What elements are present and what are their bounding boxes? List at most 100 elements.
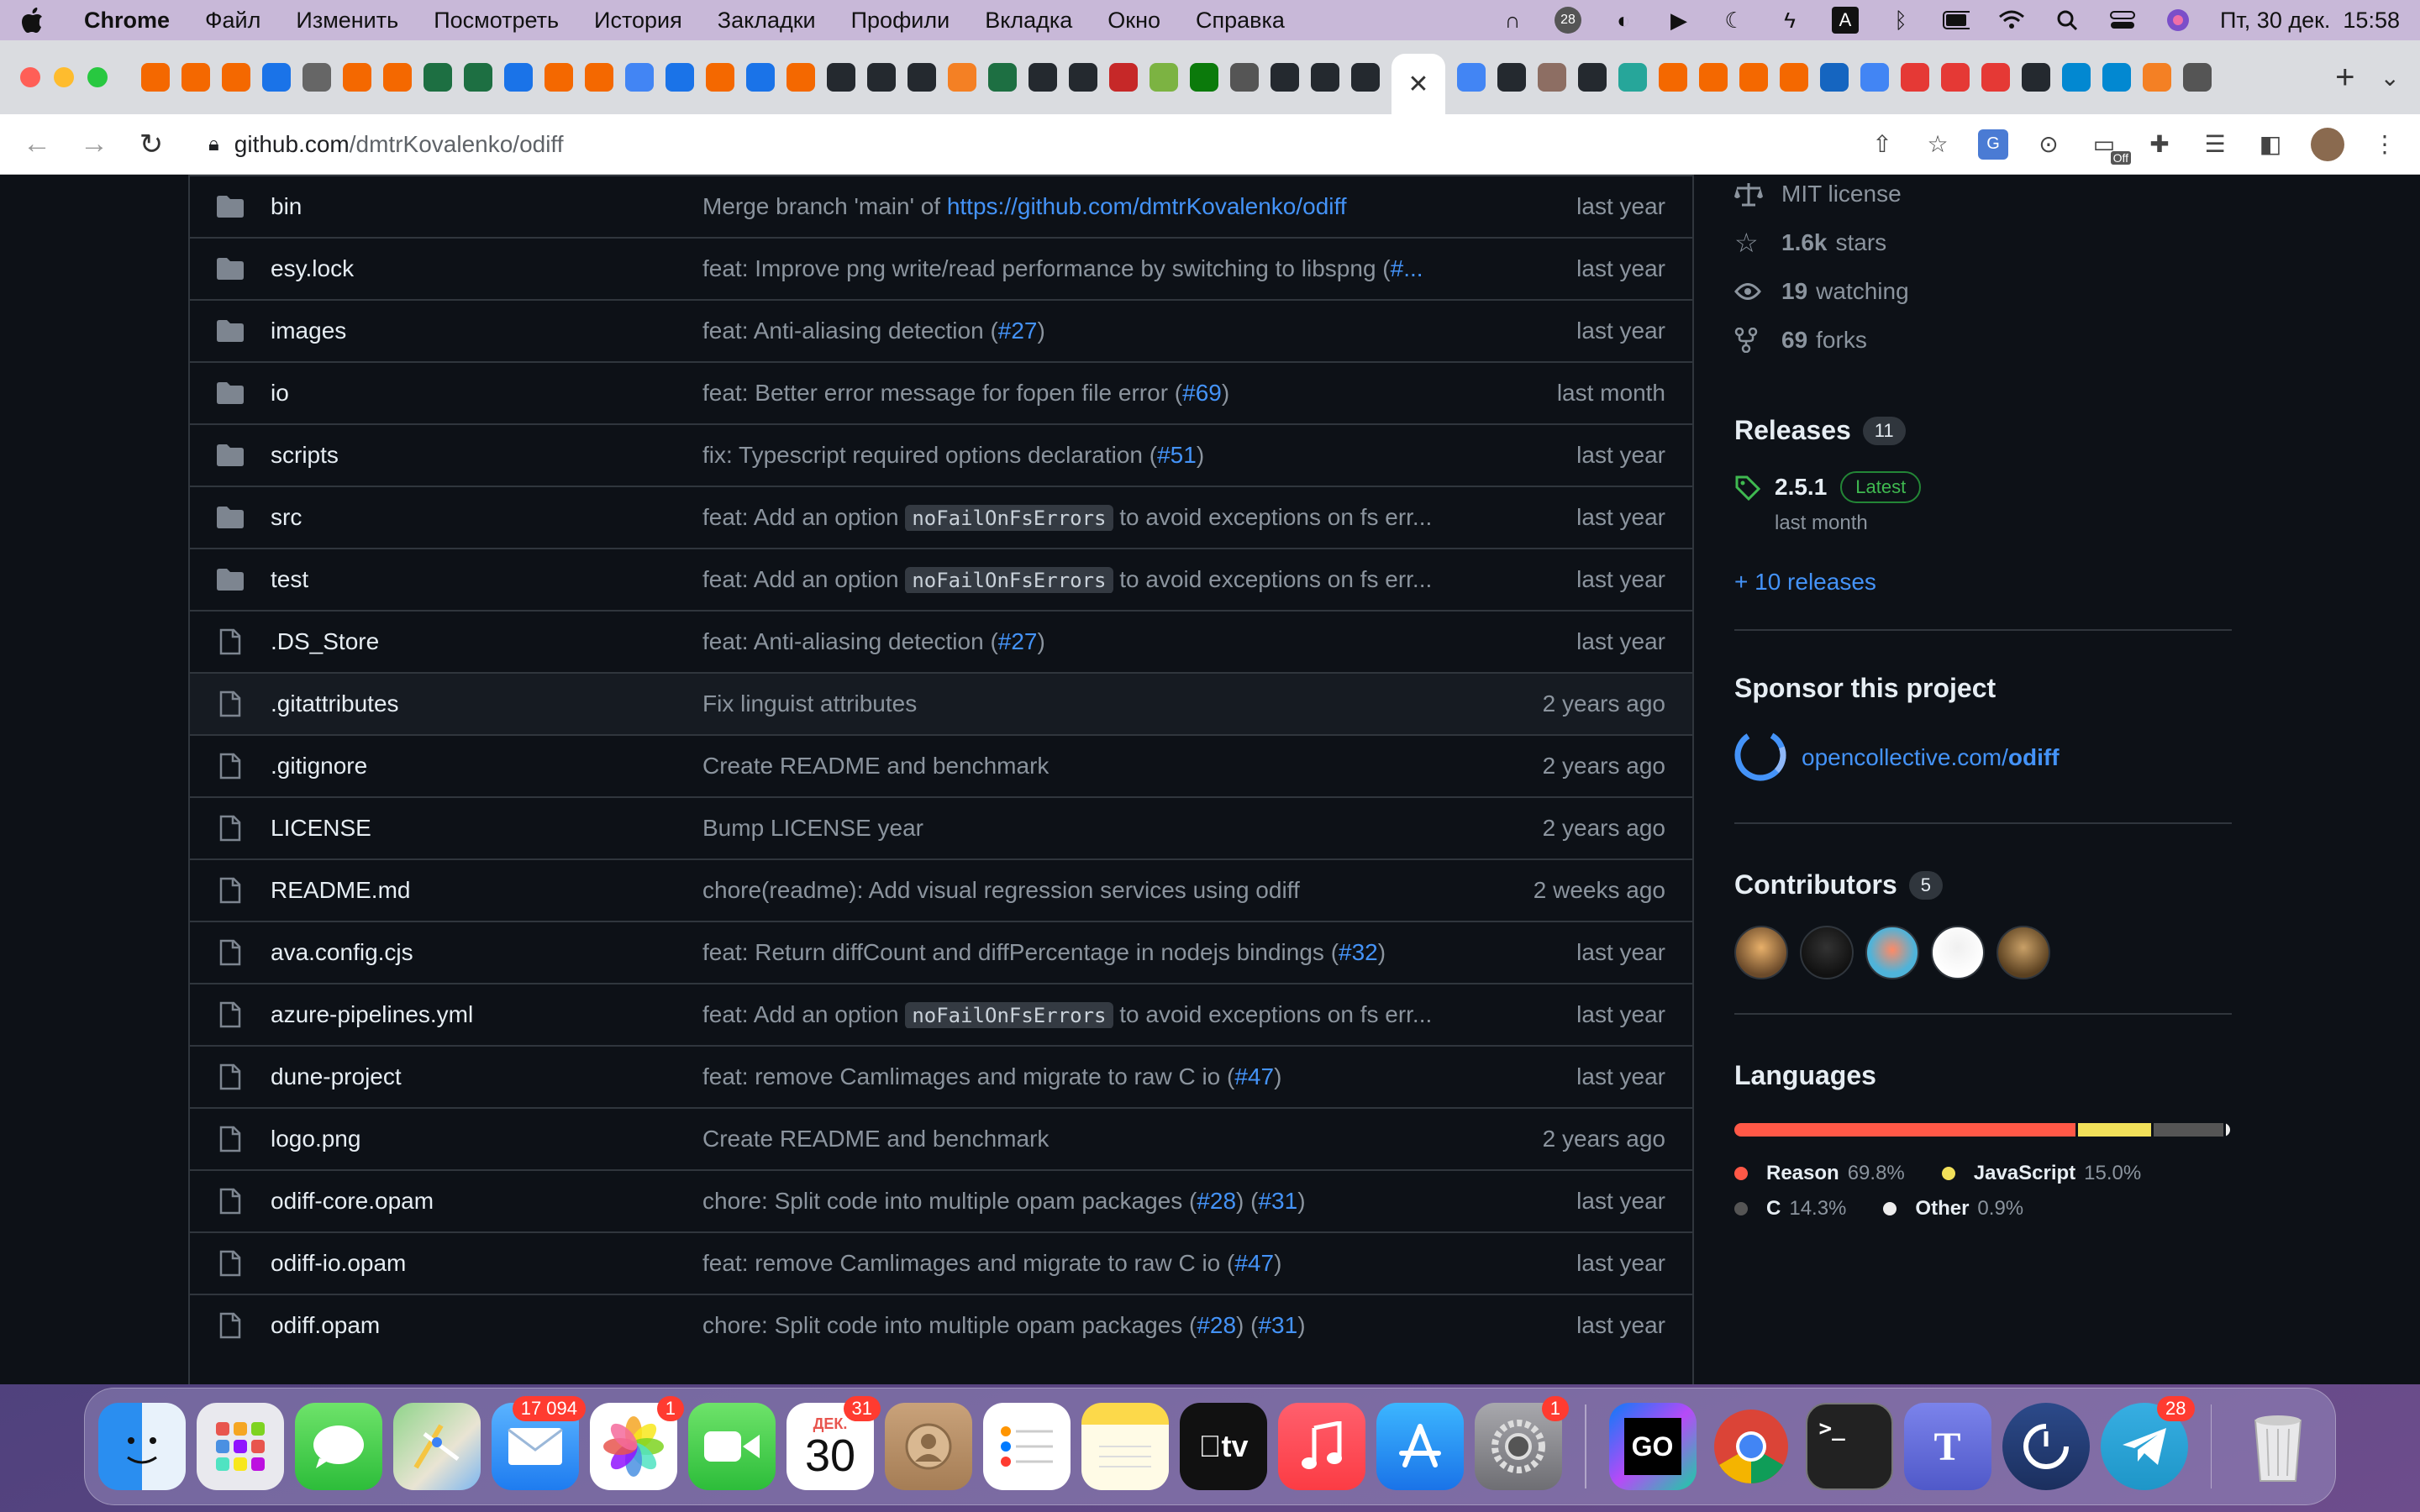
releases-title[interactable]: Releases (1734, 415, 1851, 446)
language-item[interactable]: Reason 69.8% (1734, 1162, 1905, 1185)
browser-tab[interactable] (1901, 63, 1929, 92)
commit-issue-link[interactable]: #27 (998, 628, 1038, 654)
stars-item[interactable]: ☆ 1.6k stars (1734, 218, 2232, 267)
file-row[interactable]: esy.lock feat: Improve png write/read per… (190, 237, 1692, 299)
license-item[interactable]: MIT license (1734, 170, 2232, 218)
battery-icon[interactable] (1943, 7, 1970, 34)
commit-message[interactable]: feat: Add an option noFailOnFsErrors to … (702, 1001, 1474, 1028)
forks-item[interactable]: 69 forks (1734, 316, 2232, 365)
launchpad-app-icon[interactable] (197, 1403, 284, 1490)
bookmark-star-icon[interactable]: ☆ (1923, 129, 1953, 160)
browser-tab[interactable] (746, 63, 775, 92)
moon-icon[interactable]: ☾ (1721, 7, 1748, 34)
file-row[interactable]: images feat: Anti-aliasing detection (#27… (190, 299, 1692, 361)
file-row[interactable]: README.md chore(readme): Add visual regre… (190, 858, 1692, 921)
new-tab-button[interactable]: + (2335, 59, 2354, 97)
file-row[interactable]: odiff.opam chore: Split code into multipl… (190, 1294, 1692, 1356)
browser-tab[interactable] (1578, 63, 1607, 92)
commit-message[interactable]: chore: Split code into multiple opam pac… (702, 1312, 1474, 1339)
fullscreen-window-button[interactable] (87, 67, 108, 87)
browser-tab[interactable] (948, 63, 976, 92)
file-row[interactable]: .gitignore Create README and benchmark 2 y… (190, 734, 1692, 796)
browser-tab[interactable] (908, 63, 936, 92)
notification-icon[interactable]: 28 (1555, 7, 1582, 34)
file-row[interactable]: logo.png Create README and benchmark 2 yea… (190, 1107, 1692, 1169)
facetime-app-icon[interactable] (688, 1403, 776, 1490)
messages-app-icon[interactable] (295, 1403, 382, 1490)
menubar-clock[interactable]: Пт, 30 дек. 15:58 (2220, 8, 2400, 34)
goland-app-icon[interactable]: GO (1608, 1403, 1697, 1490)
contributors-heading[interactable]: Contributors 5 (1734, 869, 2232, 900)
browser-tab[interactable] (1699, 63, 1728, 92)
profile-avatar[interactable] (2311, 127, 2344, 161)
browser-tab[interactable] (1780, 63, 1808, 92)
finder-app-icon[interactable] (98, 1403, 186, 1490)
commit-age[interactable]: last year (1474, 1063, 1692, 1090)
kebab-menu-icon[interactable]: ⋮ (2370, 129, 2400, 160)
commit-message[interactable]: feat: Add an option noFailOnFsErrors to … (702, 566, 1474, 593)
maps-app-icon[interactable] (393, 1403, 481, 1490)
back-arrow-icon[interactable]: ← (20, 128, 54, 160)
pliny-app-icon[interactable] (2002, 1403, 2090, 1490)
browser-tab[interactable] (141, 63, 170, 92)
file-name-link[interactable]: azure-pipelines.yml (271, 1001, 702, 1028)
teams-app-icon[interactable]: T (1903, 1403, 1991, 1490)
commit-message[interactable]: chore: Split code into multiple opam pac… (702, 1188, 1474, 1215)
lock-icon[interactable]: 🔒︎ (208, 133, 219, 156)
menu-edit[interactable]: Изменить (296, 8, 398, 34)
commit-issue-link[interactable]: #31 (1258, 1188, 1297, 1214)
contributor-avatar[interactable] (1800, 926, 1854, 979)
address-bar[interactable]: 🔒︎ github.com/dmtrKovalenko/odiff (192, 120, 1844, 168)
wifi-icon[interactable] (1998, 7, 2025, 34)
file-row[interactable]: dune-project feat: remove Camlimages and … (190, 1045, 1692, 1107)
commit-issue-link[interactable]: #28 (1197, 1188, 1236, 1214)
extension-code-icon[interactable]: ⊙ (2033, 129, 2064, 160)
browser-tab[interactable] (827, 63, 855, 92)
file-row[interactable]: bin Merge branch 'main' of https://github… (190, 175, 1692, 237)
browser-tab[interactable] (1069, 63, 1097, 92)
siri-icon[interactable] (2165, 7, 2191, 34)
music-app-icon[interactable] (1278, 1403, 1365, 1490)
language-item[interactable]: JavaScript 15.0% (1941, 1162, 2141, 1185)
browser-tab[interactable] (504, 63, 533, 92)
trash-icon[interactable] (2234, 1403, 2322, 1490)
file-name-link[interactable]: images (271, 318, 702, 344)
focus-icon[interactable]: ◐ (1610, 7, 1637, 34)
reading-list-icon[interactable]: ☰ (2200, 129, 2230, 160)
contributors-title[interactable]: Contributors (1734, 869, 1897, 900)
file-name-link[interactable]: dune-project (271, 1063, 702, 1090)
browser-tab[interactable] (1109, 63, 1138, 92)
commit-issue-link[interactable]: #27 (998, 318, 1038, 344)
sponsor-link-row[interactable]: opencollective.com/odiff (1734, 729, 2232, 785)
notes-app-icon[interactable] (1081, 1403, 1169, 1490)
share-icon[interactable]: ⇧ (1867, 129, 1897, 160)
menu-app-name[interactable]: Chrome (84, 8, 170, 34)
file-name-link[interactable]: odiff-io.opam (271, 1250, 702, 1277)
commit-issue-link[interactable]: #... (1391, 255, 1423, 281)
watching-item[interactable]: 19 watching (1734, 267, 2232, 316)
browser-tab[interactable] (988, 63, 1017, 92)
file-row[interactable]: io feat: Better error message for fopen f… (190, 361, 1692, 423)
file-name-link[interactable]: bin (271, 193, 702, 220)
browser-tab[interactable] (1190, 63, 1218, 92)
file-name-link[interactable]: ava.config.cjs (271, 939, 702, 966)
file-name-link[interactable]: LICENSE (271, 815, 702, 842)
browser-tab[interactable] (1311, 63, 1339, 92)
file-name-link[interactable]: scripts (271, 442, 702, 469)
browser-tab[interactable] (1941, 63, 1970, 92)
file-name-link[interactable]: src (271, 504, 702, 531)
file-name-link[interactable]: logo.png (271, 1126, 702, 1152)
commit-issue-link[interactable]: #47 (1234, 1250, 1274, 1276)
commit-age[interactable]: last year (1474, 255, 1692, 282)
file-row[interactable]: scripts fix: Typescript required options … (190, 423, 1692, 486)
browser-tab[interactable] (182, 63, 210, 92)
browser-tab[interactable] (1538, 63, 1566, 92)
telegram-app-icon[interactable]: 28 (2100, 1396, 2195, 1490)
file-row[interactable]: LICENSE Bump LICENSE year 2 years ago (190, 796, 1692, 858)
browser-tab[interactable] (706, 63, 734, 92)
commit-message[interactable]: feat: Anti-aliasing detection (#27) (702, 318, 1474, 344)
commit-age[interactable]: last year (1474, 566, 1692, 593)
browser-tab[interactable] (2022, 63, 2050, 92)
file-row[interactable]: odiff-core.opam chore: Split code into mu… (190, 1169, 1692, 1231)
commit-issue-link[interactable]: #28 (1197, 1312, 1236, 1338)
